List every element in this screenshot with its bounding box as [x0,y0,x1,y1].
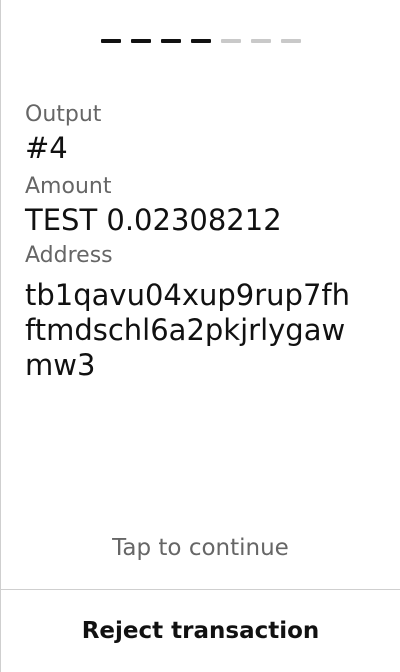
progress-step-3 [161,39,181,43]
amount-label: Amount [25,174,112,199]
progress-step-5 [221,39,241,43]
tap-to-continue-hint[interactable]: Tap to continue [1,533,400,563]
progress-step-4 [191,39,211,43]
address-label: Address [25,243,113,268]
transaction-details: Output #4 Amount TEST 0.02308212 Address… [25,101,377,383]
address-line-1: tb1qavu04xup9rup7fh [25,278,351,312]
reject-transaction-button[interactable]: Reject transaction [1,590,400,672]
output-label: Output [25,102,102,127]
progress-step-7 [281,39,301,43]
output-value: #4 [25,131,68,165]
progress-step-2 [131,39,151,43]
address-line-2: ftmdschl6a2pkjrlygaw [25,313,346,347]
address-line-3: mw3 [25,348,96,382]
address-value: tb1qavu04xup9rup7fh ftmdschl6a2pkjrlygaw… [25,278,377,383]
progress-step-6 [251,39,271,43]
progress-step-1 [101,39,121,43]
transaction-review-screen: Output #4 Amount TEST 0.02308212 Address… [0,0,400,672]
amount-value: TEST 0.02308212 [25,203,282,237]
step-progress-indicator [101,39,301,45]
